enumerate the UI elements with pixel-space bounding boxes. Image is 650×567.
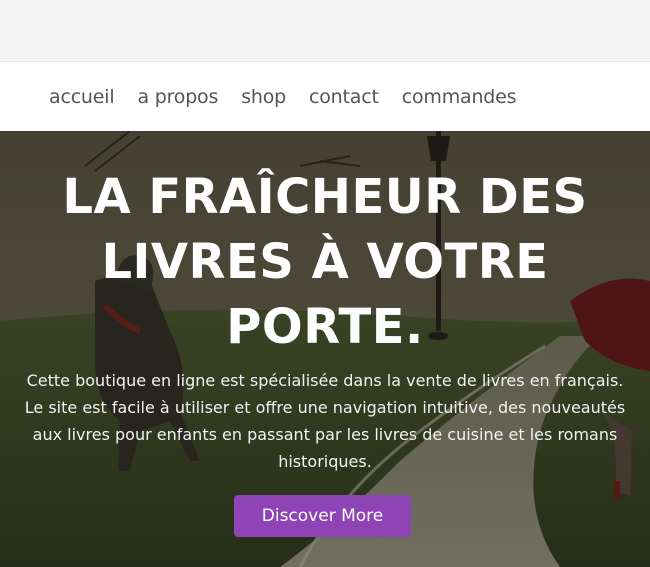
top-bar bbox=[0, 0, 650, 62]
nav-item-contact: contact bbox=[309, 86, 379, 108]
hero-section: LA FRAÎCHEUR DES LIVRES À VOTRE PORTE. C… bbox=[0, 131, 650, 567]
nav-list: accueil a propos shop contact commandes bbox=[49, 62, 517, 131]
nav-link-shop[interactable]: shop bbox=[241, 86, 286, 108]
nav-item-accueil: accueil bbox=[49, 86, 115, 108]
nav-link-a-propos[interactable]: a propos bbox=[137, 86, 218, 108]
main-navigation: accueil a propos shop contact commandes bbox=[0, 62, 650, 131]
nav-link-accueil[interactable]: accueil bbox=[49, 86, 115, 108]
nav-link-commandes[interactable]: commandes bbox=[402, 86, 517, 108]
nav-item-shop: shop bbox=[241, 86, 286, 108]
hero-title: LA FRAÎCHEUR DES LIVRES À VOTRE PORTE. bbox=[62, 169, 588, 355]
nav-link-contact[interactable]: contact bbox=[309, 86, 379, 108]
nav-item-a-propos: a propos bbox=[137, 86, 218, 108]
discover-more-button[interactable]: Discover More bbox=[234, 495, 411, 537]
nav-item-commandes: commandes bbox=[402, 86, 517, 108]
hero-description: Cette boutique en ligne est spécialisée … bbox=[24, 371, 626, 471]
